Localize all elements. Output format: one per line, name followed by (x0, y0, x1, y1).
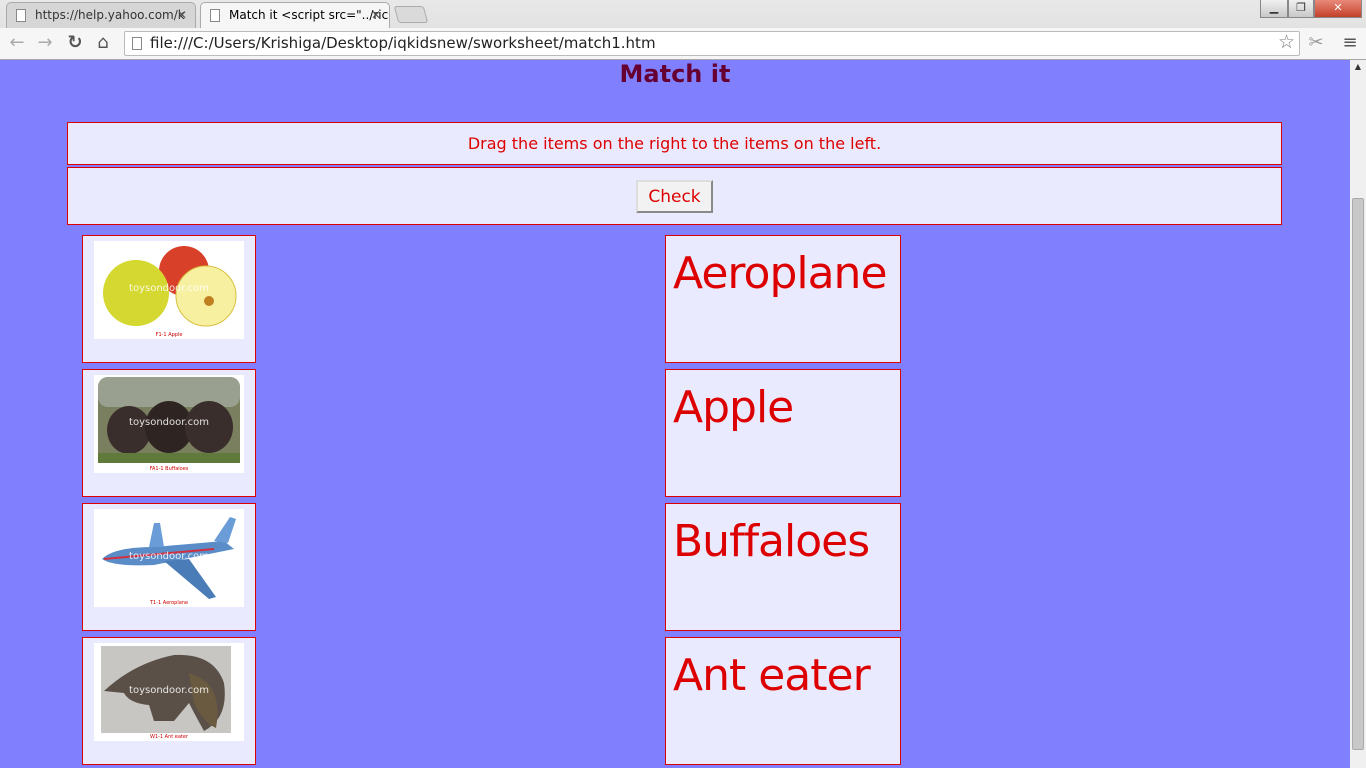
tab-match-it[interactable]: Match it <script src="../ric ✕ (200, 2, 390, 29)
page-title: Match it (619, 60, 731, 88)
word-label: Apple (673, 382, 794, 433)
word-label: Ant eater (673, 650, 871, 701)
scroll-up-arrow-icon[interactable]: ▲ (1350, 62, 1366, 71)
watermark: toysondoor.com (129, 417, 209, 428)
watermark: toysondoor.com (129, 551, 209, 562)
word-card-apple[interactable]: Apple (665, 369, 901, 497)
apple-picture: toysondoor.com F1-1 Apple (94, 241, 244, 339)
page-icon (210, 9, 220, 22)
tab-label: https://help.yahoo.com/k (35, 8, 185, 22)
caption: W1-1 Ant eater (149, 734, 189, 740)
browser-toolbar: ← → ↻ ⌂ file:///C:/Users/Krishiga/Deskto… (0, 28, 1366, 59)
maximize-button[interactable]: ❐ (1288, 0, 1314, 18)
close-tab-icon[interactable]: ✕ (177, 3, 187, 27)
close-tab-icon[interactable]: ✕ (371, 3, 381, 27)
instruction-panel: Drag the items on the right to the items… (67, 122, 1282, 165)
ant-eater-picture: toysondoor.com W1-1 Ant eater (94, 643, 244, 741)
tab-yahoo-help[interactable]: https://help.yahoo.com/k ✕ (6, 2, 196, 28)
scrollbar-thumb[interactable] (1352, 198, 1364, 750)
check-panel: Check (67, 167, 1282, 225)
check-button[interactable]: Check (636, 180, 713, 213)
back-icon[interactable]: ← (6, 32, 28, 53)
buffaloes-picture: toysondoor.com FA1-1 Buffaloes (94, 375, 244, 473)
word-card-ant-eater[interactable]: Ant eater (665, 637, 901, 765)
bookmark-star-icon[interactable]: ☆ (1278, 31, 1295, 54)
page-icon (132, 37, 142, 50)
page-icon (16, 9, 26, 22)
aeroplane-picture: toysondoor.com T1-1 Aeroplane (94, 509, 244, 607)
url-text[interactable]: file:///C:/Users/Krishiga/Desktop/iqkids… (150, 34, 656, 52)
address-bar[interactable]: file:///C:/Users/Krishiga/Desktop/iqkids… (124, 31, 1300, 56)
forward-icon[interactable]: → (34, 32, 56, 53)
new-tab-button[interactable] (393, 6, 429, 23)
watermark: toysondoor.com (129, 283, 209, 294)
minimize-button[interactable]: ▁ (1260, 0, 1288, 18)
reload-icon[interactable]: ↻ (64, 32, 86, 53)
menu-icon[interactable]: ≡ (1339, 32, 1361, 53)
caption: T1-1 Aeroplane (149, 600, 189, 606)
caption: F1-1 Apple (155, 332, 183, 338)
scissors-extension-icon[interactable]: ✂ (1305, 32, 1327, 53)
page-content: Match it Drag the items on the right to … (0, 60, 1350, 768)
picture-card-ant-eater[interactable]: toysondoor.com W1-1 Ant eater (82, 637, 256, 765)
close-window-button[interactable]: ✕ (1314, 0, 1362, 18)
picture-card-buffaloes[interactable]: toysondoor.com FA1-1 Buffaloes (82, 369, 256, 497)
caption: FA1-1 Buffaloes (149, 466, 189, 472)
word-card-buffaloes[interactable]: Buffaloes (665, 503, 901, 631)
word-label: Buffaloes (673, 516, 870, 567)
picture-card-aeroplane[interactable]: toysondoor.com T1-1 Aeroplane (82, 503, 256, 631)
word-card-aeroplane[interactable]: Aeroplane (665, 235, 901, 363)
word-label: Aeroplane (673, 248, 888, 299)
picture-card-apple[interactable]: toysondoor.com F1-1 Apple (82, 235, 256, 363)
watermark: toysondoor.com (129, 685, 209, 696)
tab-label: Match it <script src="../ric (229, 8, 389, 22)
home-icon[interactable]: ⌂ (92, 32, 114, 53)
